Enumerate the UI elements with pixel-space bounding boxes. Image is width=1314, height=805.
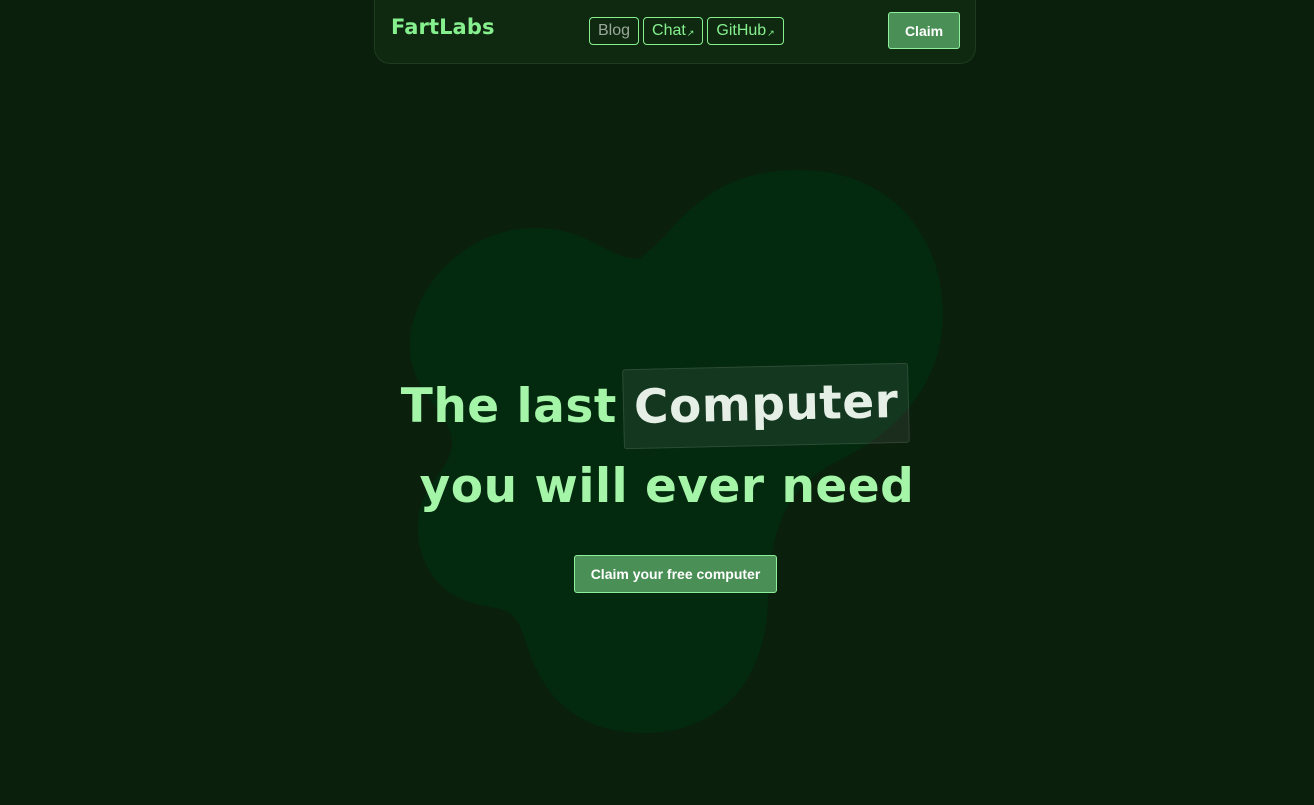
nav-link-chat[interactable]: Chat ↗ — [643, 17, 704, 45]
nav-link-github[interactable]: GitHub ↗ — [707, 17, 784, 45]
external-link-icon: ↗ — [686, 28, 695, 38]
nav-links: Blog Chat ↗ GitHub ↗ — [589, 17, 784, 45]
claim-button[interactable]: Claim — [888, 12, 960, 49]
top-navbar: FartLabs Blog Chat ↗ GitHub ↗ Claim — [374, 0, 976, 64]
headline-line-2: you will ever need — [419, 459, 915, 514]
headline-highlight-word: Computer — [621, 362, 911, 450]
nav-link-github-label: GitHub — [716, 22, 767, 39]
brand-logo[interactable]: FartLabs — [391, 15, 495, 39]
claim-free-computer-button[interactable]: Claim your free computer — [574, 555, 777, 593]
nav-link-blog[interactable]: Blog — [589, 17, 640, 45]
external-link-icon: ↗ — [767, 28, 775, 38]
nav-link-blog-label: Blog — [598, 22, 631, 39]
hero-headline: The last Computer you will ever need — [0, 362, 1314, 522]
page: FartLabs Blog Chat ↗ GitHub ↗ Claim The … — [0, 0, 1314, 805]
headline-prefix: The last — [400, 379, 617, 434]
nav-link-chat-label: Chat — [652, 22, 686, 39]
headline-line-1: The last Computer — [400, 362, 911, 452]
